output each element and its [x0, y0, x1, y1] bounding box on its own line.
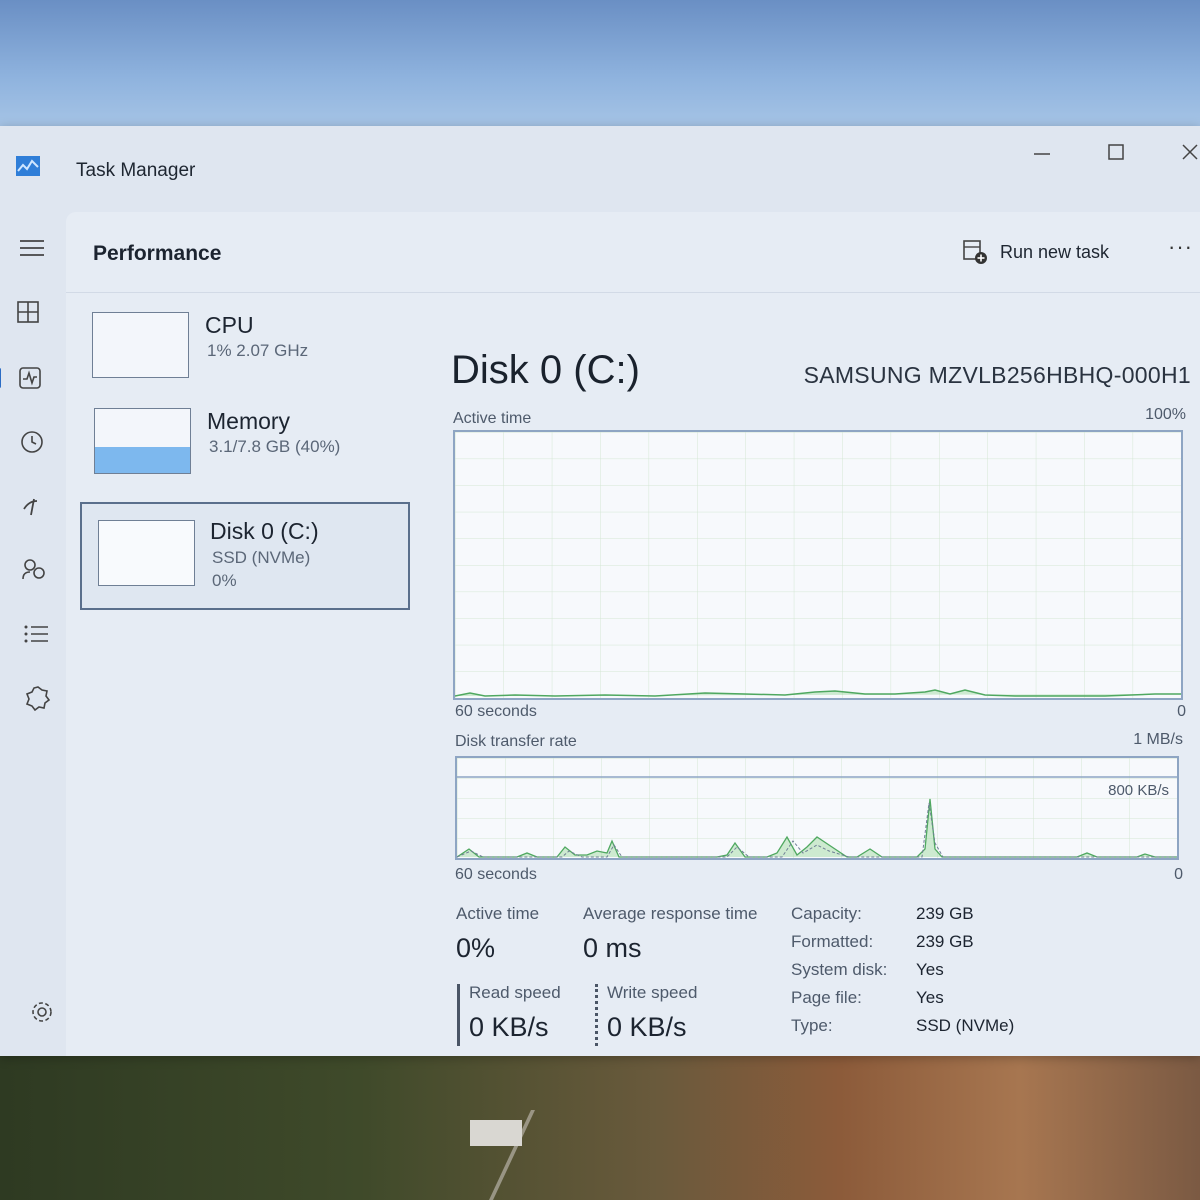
desktop-wallpaper-sky [0, 0, 1200, 130]
disk-model: SAMSUNG MZVLB256HBHQ-000H1 [803, 362, 1191, 388]
type-value: SSD (NVMe) [916, 1016, 1015, 1035]
run-new-task-button[interactable]: Run new task [962, 234, 1109, 270]
write-speed-label: Write speed [607, 983, 698, 1002]
transfer-rate-graph-span: 60 seconds [455, 866, 537, 883]
transfer-rate-graph-label: Disk transfer rate [455, 733, 577, 750]
disk-thumbnail-graph [98, 520, 195, 586]
active-time-graph-label: Active time [453, 410, 532, 427]
nav-details[interactable] [14, 614, 58, 654]
navigation-rail [0, 212, 66, 1056]
type-label: Type: [791, 1016, 833, 1035]
nav-startup-apps[interactable] [12, 486, 56, 526]
active-time-graph-plot [454, 432, 1181, 698]
active-time-graph-max: 100% [1145, 406, 1186, 423]
desktop-wallpaper-landscape [0, 1050, 1200, 1200]
close-icon [1182, 144, 1198, 160]
device-name: Disk 0 (C:) [210, 518, 319, 544]
cpu-thumbnail-graph [92, 312, 189, 378]
nav-processes[interactable] [6, 292, 50, 332]
run-task-icon [963, 240, 987, 264]
menu-button[interactable] [10, 228, 54, 268]
settings-icon [32, 1002, 52, 1022]
page-file-value: Yes [916, 988, 944, 1007]
more-options-button[interactable]: ··· [1168, 234, 1198, 264]
page-file-label: Page file: [791, 988, 862, 1007]
active-time-value: 0% [456, 933, 496, 963]
menu-icon [20, 240, 44, 256]
capacity-value: 239 GB [916, 904, 974, 923]
services-icon [25, 686, 51, 711]
users-icon [22, 559, 45, 580]
device-type: SSD (NVMe) [212, 548, 311, 567]
minimize-icon [1034, 153, 1050, 155]
active-time-graph-min: 0 [1177, 703, 1186, 720]
device-stat: 0% [212, 571, 237, 590]
nav-services[interactable] [16, 678, 60, 718]
memory-thumbnail-graph [94, 408, 191, 474]
active-time-graph-span: 60 seconds [455, 703, 537, 720]
active-time-graph [453, 430, 1183, 700]
device-memory[interactable]: Memory 3.1/7.8 GB (40%) [80, 408, 406, 512]
nav-performance[interactable] [0, 358, 52, 398]
read-speed-label: Read speed [469, 983, 561, 1002]
window-title: Task Manager [76, 160, 196, 181]
run-new-task-label: Run new task [1000, 241, 1110, 262]
formatted-value: 239 GB [916, 932, 974, 951]
startup-icon [23, 498, 38, 516]
wallpaper-house [470, 1120, 522, 1146]
transfer-rate-graph-max: 1 MB/s [1133, 731, 1183, 748]
maximize-icon [1108, 144, 1124, 160]
nav-users[interactable] [12, 550, 56, 590]
nav-app-history[interactable] [10, 422, 54, 462]
system-disk-value: Yes [916, 960, 944, 979]
details-icon [24, 625, 48, 643]
performance-icon [19, 367, 41, 389]
page-header: Performance Run new task ··· [66, 212, 1200, 293]
transfer-rate-graph-plot [456, 758, 1177, 858]
average-response-time-value: 0 ms [583, 933, 642, 963]
active-time-label: Active time [456, 904, 540, 923]
memory-usage-fill [95, 447, 190, 473]
device-stat: 3.1/7.8 GB (40%) [209, 437, 341, 456]
app-icon [16, 156, 40, 176]
transfer-rate-graph-mid: 800 KB/s [1108, 782, 1169, 799]
write-speed-marker [595, 984, 598, 1046]
settings-button[interactable] [20, 992, 64, 1032]
minimize-button[interactable] [1018, 134, 1066, 170]
capacity-label: Capacity: [791, 904, 862, 923]
maximize-button[interactable] [1092, 134, 1140, 170]
detail-title: Disk 0 (C:) [451, 348, 640, 392]
device-cpu[interactable]: CPU 1% 2.07 GHz [80, 312, 406, 416]
device-stat: 1% 2.07 GHz [207, 341, 309, 360]
task-manager-window: Task Manager Performance Run new task ··… [0, 126, 1200, 1056]
performance-page: Performance Run new task ··· CPU 1% 2.07… [66, 212, 1200, 1056]
page-title: Performance [93, 242, 222, 265]
close-button[interactable] [1166, 134, 1200, 170]
read-speed-marker [457, 984, 460, 1046]
disk-detail-panel: Disk 0 (C:) SAMSUNG MZVLB256HBHQ-000H1 A… [451, 312, 1191, 1052]
system-disk-label: System disk: [791, 960, 888, 979]
device-name: Memory [207, 408, 291, 434]
read-speed-value: 0 KB/s [469, 1012, 549, 1042]
device-disk-0[interactable]: Disk 0 (C:) SSD (NVMe) 0% [80, 502, 410, 610]
average-response-time-label: Average response time [583, 904, 758, 923]
history-icon [21, 431, 43, 453]
device-name: CPU [205, 312, 254, 338]
title-bar[interactable]: Task Manager [0, 126, 1200, 212]
processes-icon [17, 301, 39, 323]
formatted-label: Formatted: [791, 932, 874, 951]
transfer-rate-graph-min: 0 [1174, 866, 1183, 883]
transfer-rate-graph: 800 KB/s [455, 756, 1179, 860]
write-speed-value: 0 KB/s [607, 1012, 687, 1042]
